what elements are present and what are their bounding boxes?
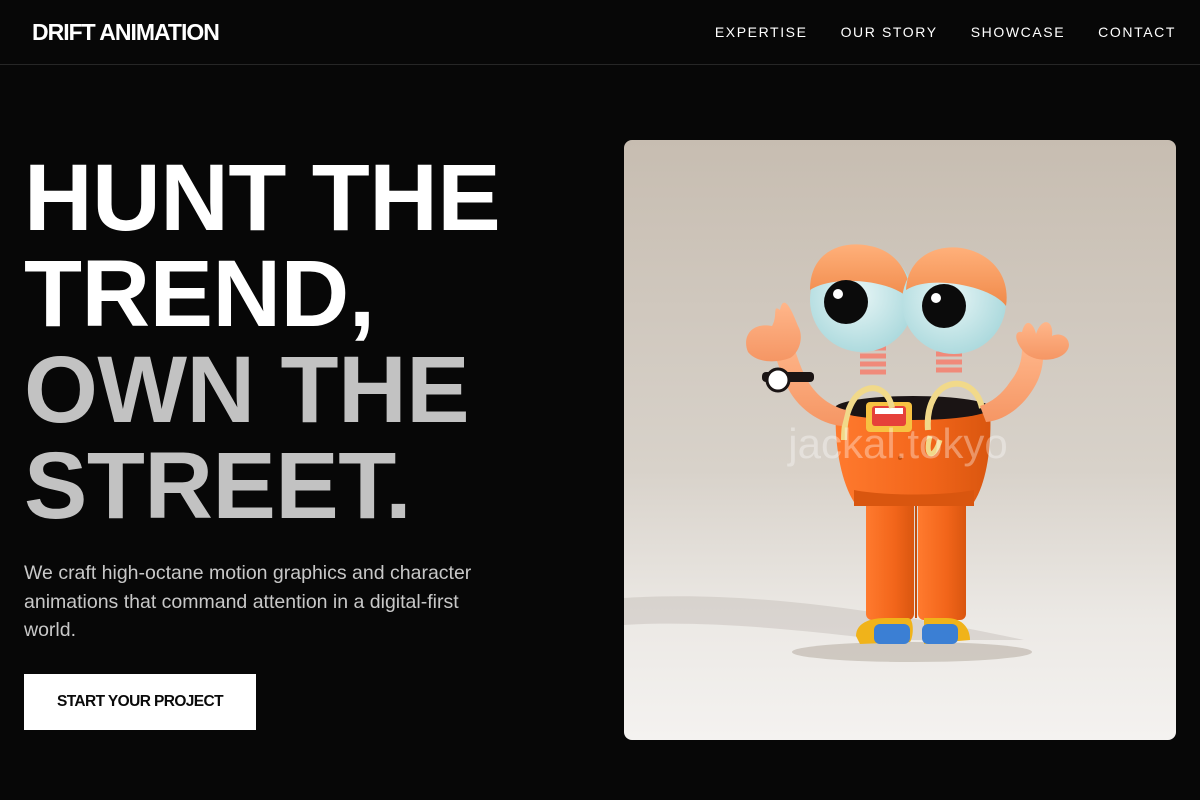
main-nav: EXPERTISE OUR STORY SHOWCASE CONTACT [715,24,1176,40]
hero-image: jackal.tokyo [624,140,1176,740]
start-project-button[interactable]: START YOUR PROJECT [24,674,256,730]
brand-logo[interactable]: DRIFT ANIMATION [32,19,220,46]
nav-item-expertise[interactable]: EXPERTISE [715,24,808,40]
nav-item-contact[interactable]: CONTACT [1098,24,1176,40]
hero-subtitle: We craft high-octane motion graphics and… [24,562,472,641]
nav-item-our-story[interactable]: OUR STORY [841,24,938,40]
hero-title: HUNT THE TREND, OWN THE STREET. [24,150,584,534]
hero-title-line-1: HUNT THE [24,145,501,251]
character-illustration: jackal.tokyo [624,140,1176,740]
hero-title-line-2: TREND, [24,241,375,347]
hero-title-line-4: STREET. [24,433,412,539]
watermark-text: jackal.tokyo [786,420,1007,467]
hero-title-line-3: OWN THE [24,337,470,443]
site-header: DRIFT ANIMATION EXPERTISE OUR STORY SHOW… [0,0,1200,65]
nav-item-showcase[interactable]: SHOWCASE [971,24,1065,40]
